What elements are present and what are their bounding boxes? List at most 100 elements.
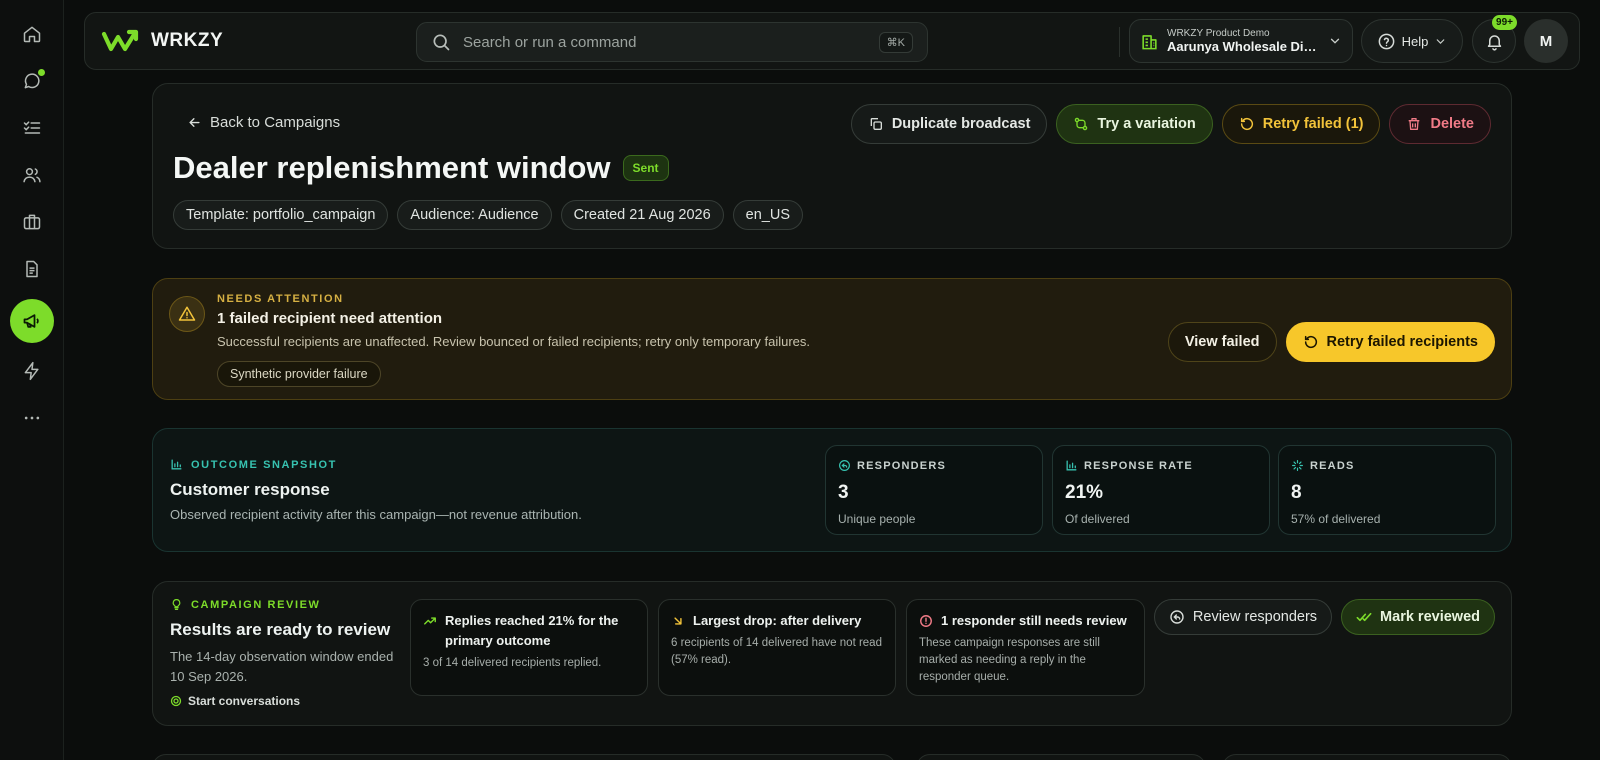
stat-label: RESPONSE RATE [1084,459,1193,472]
partial-card-left [152,754,896,760]
review-goal: Start conversations [170,694,300,708]
created-date-chip: Created 21 Aug 2026 [560,200,724,230]
notification-count-badge: 99+ [1492,15,1517,30]
reply-icon [1170,610,1184,624]
partial-card-middle [916,754,1206,760]
top-bar: WRKZY Search or run a command ⌘K WRKZY P… [84,12,1580,70]
review-title: Results are ready to review [170,620,391,639]
failure-reason-tag: Synthetic provider failure [217,361,381,387]
search-placeholder[interactable]: Search or run a command [463,34,867,51]
stat-value: 21% [1065,482,1104,503]
search-shortcut: ⌘K [878,31,913,53]
insight-body: 3 of 14 delivered recipients replied. [423,657,602,669]
attention-description: Successful recipients are unaffected. Re… [217,334,810,349]
warning-icon [169,296,205,332]
bar-chart-icon [1066,460,1077,471]
stat-label: READS [1310,459,1355,472]
copy-icon [870,118,882,130]
outcome-description: Observed recipient activity after this c… [170,507,582,522]
user-avatar[interactable]: M [1524,19,1568,63]
stat-sub: Of delivered [1065,512,1130,526]
document-icon [26,260,38,278]
alert-circle-icon [920,615,932,627]
insight-body: 6 recipients of 14 delivered have not re… [671,637,882,666]
stat-card-responders: RESPONDERS 3 Unique people [825,445,1043,535]
sidebar-item-home[interactable] [10,12,54,56]
notifications-button[interactable]: 99+ [1472,15,1517,63]
view-failed-button[interactable]: View failed [1167,322,1277,362]
workspace-name: Aarunya Wholesale Distributors [1167,39,1320,54]
retry-icon [1304,335,1317,349]
campaign-header-card: Back to Campaigns Dealer replenishment w… [152,83,1512,249]
outcome-title: Customer response [170,480,330,499]
double-check-icon [1356,612,1372,622]
sidebar-item-more[interactable] [10,396,54,440]
review-goal-text: Start conversations [188,694,301,708]
search-icon [433,34,450,51]
trash-icon [1409,118,1420,130]
target-icon [170,695,182,707]
stat-card-response-rate: RESPONSE RATE 21% Of delivered [1052,445,1270,535]
locale-chip: en_US [732,200,804,230]
sparkle-icon [1292,460,1303,471]
stat-sub: 57% of delivered [1291,512,1381,526]
command-search[interactable]: Search or run a command ⌘K [416,22,928,62]
wrkzy-logo-icon [101,29,139,52]
bell-icon [1487,34,1501,50]
sidebar-item-conversations[interactable] [10,59,54,103]
sidebar-item-tasks[interactable] [10,106,54,150]
workspace-org: WRKZY Product Demo [1167,28,1270,39]
stat-value: 8 [1291,482,1302,503]
workspace-switcher[interactable]: WRKZY Product Demo Aarunya Wholesale Dis… [1129,19,1353,63]
outcome-eyebrow: OUTCOME SNAPSHOT [170,458,337,471]
duplicate-broadcast-button[interactable]: Duplicate broadcast [850,104,1048,144]
retry-icon [1240,117,1253,131]
status-badge: Sent [622,155,669,181]
chevron-down-icon [1330,38,1340,44]
sidebar-item-automations[interactable] [10,349,54,393]
retry-failed-recipients-button[interactable]: Retry failed recipients [1285,322,1495,362]
insight-card-replies: Replies reached 21% for the primary outc… [410,599,648,696]
outcome-eyebrow-text: OUTCOME SNAPSHOT [191,458,337,471]
header-divider [1119,27,1120,57]
help-label: Help [1401,33,1429,49]
trending-up-icon [424,617,436,625]
stat-label: RESPONDERS [857,459,947,472]
lightbulb-icon [172,599,181,610]
brand[interactable]: WRKZY [101,27,223,55]
retry-recipients-label: Retry failed recipients [1326,334,1479,350]
delete-label: Delete [1430,116,1474,132]
campaign-title: Dealer replenishment window [173,150,611,185]
bar-chart-icon [171,459,182,470]
delete-button[interactable]: Delete [1389,104,1491,144]
view-failed-label: View failed [1184,334,1260,350]
stat-value: 3 [838,482,849,503]
arrow-down-right-icon [674,617,682,625]
retry-failed-button[interactable]: Retry failed (1) [1221,104,1381,144]
review-responders-button[interactable]: Review responders [1153,599,1333,635]
sidebar-item-catalog[interactable] [10,200,54,244]
review-eyebrow: CAMPAIGN REVIEW [170,598,321,611]
campaign-review-card: CAMPAIGN REVIEW Results are ready to rev… [152,581,1512,726]
more-icon [24,416,40,420]
retry-label: Retry failed (1) [1262,116,1364,132]
audience-chip: Audience: Audience [397,200,552,230]
sidebar-item-templates[interactable] [10,247,54,291]
back-to-campaigns-link[interactable]: Back to Campaigns [187,114,340,131]
stat-sub: Unique people [838,512,916,526]
help-button[interactable]: Help [1361,19,1463,63]
sidebar-item-contacts[interactable] [10,153,54,197]
mark-reviewed-label: Mark reviewed [1380,609,1480,625]
insight-title: 1 responder still needs review [941,613,1127,628]
split-icon [1075,117,1088,131]
mark-reviewed-button[interactable]: Mark reviewed [1341,599,1495,635]
insight-title: Largest drop: after delivery [693,613,862,628]
template-chip: Template: portfolio_campaign [173,200,389,230]
home-icon [23,26,41,43]
briefcase-icon [23,214,41,230]
insight-card-largest-drop: Largest drop: after delivery 6 recipient… [658,599,896,696]
brand-name: WRKZY [151,30,224,51]
stat-card-reads: READS 8 57% of delivered [1278,445,1496,535]
sidebar-item-campaigns[interactable] [10,299,54,343]
try-variation-button[interactable]: Try a variation [1056,104,1213,144]
